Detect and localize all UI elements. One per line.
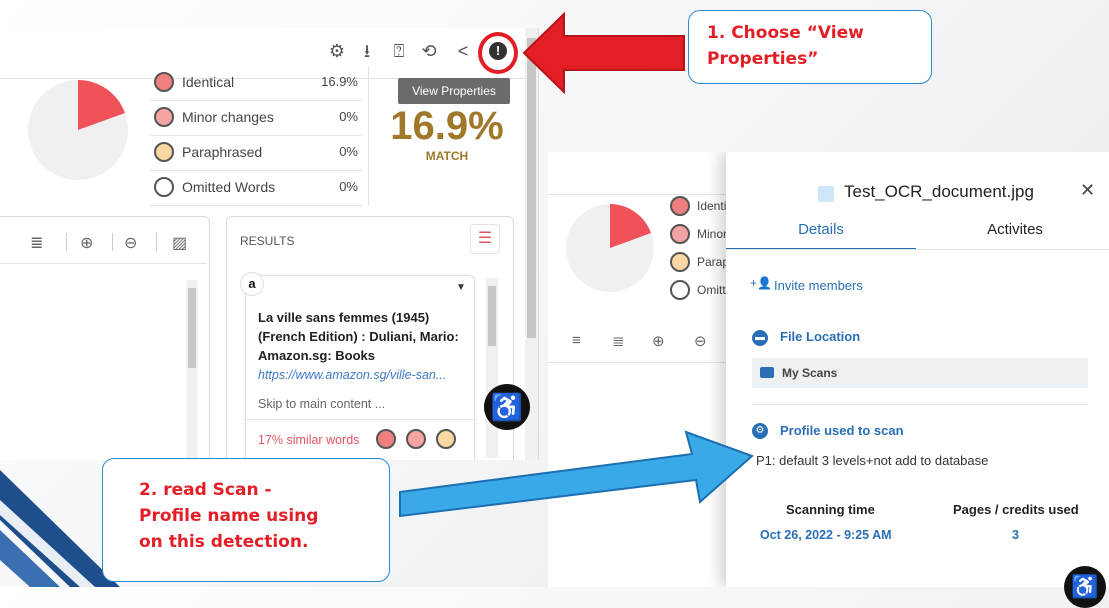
file-name: Test_OCR_document.jpg (844, 182, 1034, 201)
callout-step1-line1: 1. Choose “View (707, 23, 864, 43)
blue-arrow (399, 430, 754, 518)
profile-value: P1: default 3 levels+not add to database (756, 453, 989, 468)
document-toolbar-divider (548, 362, 728, 363)
match-percentage: 16.9% (390, 104, 504, 148)
view-properties-tooltip: View Properties (398, 78, 510, 104)
omitted-dot (154, 177, 174, 197)
callout-step2: 2. read Scan - Profile name using on thi… (102, 458, 390, 582)
legend-row-omitted: Omitted Words 0% (150, 171, 362, 206)
gear-icon[interactable]: ⚙ (326, 40, 348, 62)
pages-label: Pages / credits used (953, 502, 1079, 517)
invite-members-link[interactable]: Invite members (774, 278, 863, 293)
document-scrollbar[interactable] (186, 280, 198, 460)
folder-icon (760, 367, 774, 378)
legend-label: Identi (697, 199, 727, 213)
legend-percent: 0% (339, 109, 358, 124)
file-location-box[interactable]: My Scans (752, 358, 1088, 388)
document-scrollbar-thumb[interactable] (188, 288, 196, 368)
legend-label: Minor (697, 227, 728, 241)
identical-dot (670, 196, 690, 216)
legend-percent: 0% (339, 144, 358, 159)
callout-step2-line2: Profile name using (139, 506, 319, 526)
pages-value: 3 (1012, 528, 1019, 542)
callout-step2-line1: 2. read Scan - (139, 480, 272, 500)
add-user-icon[interactable]: +👤 (750, 276, 772, 290)
tab-details[interactable]: Details (726, 212, 916, 250)
minor-dot (154, 107, 174, 127)
align-justify-icon[interactable]: ≣ (30, 233, 43, 253)
file-location-value: My Scans (782, 366, 838, 380)
legend-label: Omitt (697, 283, 726, 297)
file-location-title: File Location (780, 329, 861, 344)
amazon-icon: a (240, 272, 264, 296)
identical-dot (376, 429, 396, 449)
align-left-icon[interactable]: ≡ (572, 332, 581, 349)
zoom-in-icon[interactable]: ⊕ (652, 332, 665, 350)
legend-row-minor: Minor changes 0% (150, 101, 362, 136)
zoom-in-icon[interactable]: ⊕ (80, 233, 93, 253)
legend-label: Omitted Words (182, 179, 276, 195)
report-toolbar-partial (548, 152, 728, 195)
match-pie-chart (28, 80, 128, 180)
red-arrow (522, 11, 685, 95)
tabs-divider (726, 249, 1109, 250)
section-divider (752, 404, 1088, 405)
callout-step1: 1. Choose “View Properties” (688, 10, 932, 84)
identical-dot (154, 72, 174, 92)
omitted-dot (670, 280, 690, 300)
legend-label: Parap (697, 255, 730, 269)
paraphrased-dot (670, 252, 690, 272)
callout-step1-line2: Properties” (707, 49, 819, 69)
properties-drawer: Test_OCR_document.jpg ✕ Details Activite… (726, 152, 1109, 587)
properties-highlight-ring (478, 32, 518, 74)
close-icon[interactable]: ✕ (1080, 180, 1095, 201)
accessibility-icon[interactable]: ♿ (1064, 566, 1106, 608)
legend-label: Identical (182, 74, 235, 90)
match-box-divider (368, 66, 369, 206)
download-icon[interactable]: ⭳ (356, 40, 378, 62)
legend-label: Minor changes (182, 109, 274, 125)
result-url[interactable]: https://www.amazon.sg/ville-san... (258, 368, 446, 382)
toolbar-separator (66, 233, 67, 251)
document-toolbar-divider (0, 263, 207, 264)
results-scrollbar-thumb[interactable] (488, 286, 496, 346)
profile-title: Profile used to scan (780, 423, 904, 438)
help-icon[interactable]: ⍰ (388, 40, 410, 62)
result-similarity: 17% similar words (258, 433, 360, 447)
results-heading: RESULTS (240, 234, 295, 248)
scanning-time-value: Oct 26, 2022 - 9:25 AM (760, 528, 892, 542)
zoom-out-icon[interactable]: ⊖ (124, 233, 137, 253)
zoom-out-icon[interactable]: ⊖ (694, 332, 707, 350)
legend-row-identical: Identical 16.9% (150, 66, 362, 101)
scanning-time-label: Scanning time (786, 502, 875, 517)
chevron-down-icon[interactable]: ▼ (456, 282, 466, 293)
share-icon[interactable]: < (452, 40, 474, 62)
match-label: MATCH (425, 149, 469, 163)
callout-step2-line3: on this detection. (139, 532, 309, 552)
match-pie-chart (566, 204, 654, 292)
file-image-icon (818, 186, 834, 202)
minor-dot (670, 224, 690, 244)
result-title[interactable]: La ville sans femmes (1945) (French Edit… (258, 308, 468, 365)
left-report-screenshot: ⚙ ⭳ ⍰ ⟲ < ! Identical 16.9% Minor change… (0, 28, 539, 460)
filter-button[interactable]: ☰ (470, 224, 500, 254)
toolbar-separator (156, 233, 157, 251)
align-justify-icon[interactable]: ≣ (612, 332, 625, 350)
legend-percent: 16.9% (321, 74, 358, 89)
tab-activites[interactable]: Activites (920, 212, 1109, 248)
legend-label: Paraphrased (182, 144, 263, 160)
rescan-icon[interactable]: ⟲ (418, 40, 440, 62)
folder-icon: ▬ (752, 330, 768, 346)
paraphrased-dot (154, 142, 174, 162)
legend-percent: 0% (339, 179, 358, 194)
toolbar-separator (112, 233, 113, 251)
image-icon[interactable]: ▨ (172, 233, 187, 253)
legend-row-paraphrased: Paraphrased 0% (150, 136, 362, 171)
result-snippet: Skip to main content ... (258, 397, 386, 411)
